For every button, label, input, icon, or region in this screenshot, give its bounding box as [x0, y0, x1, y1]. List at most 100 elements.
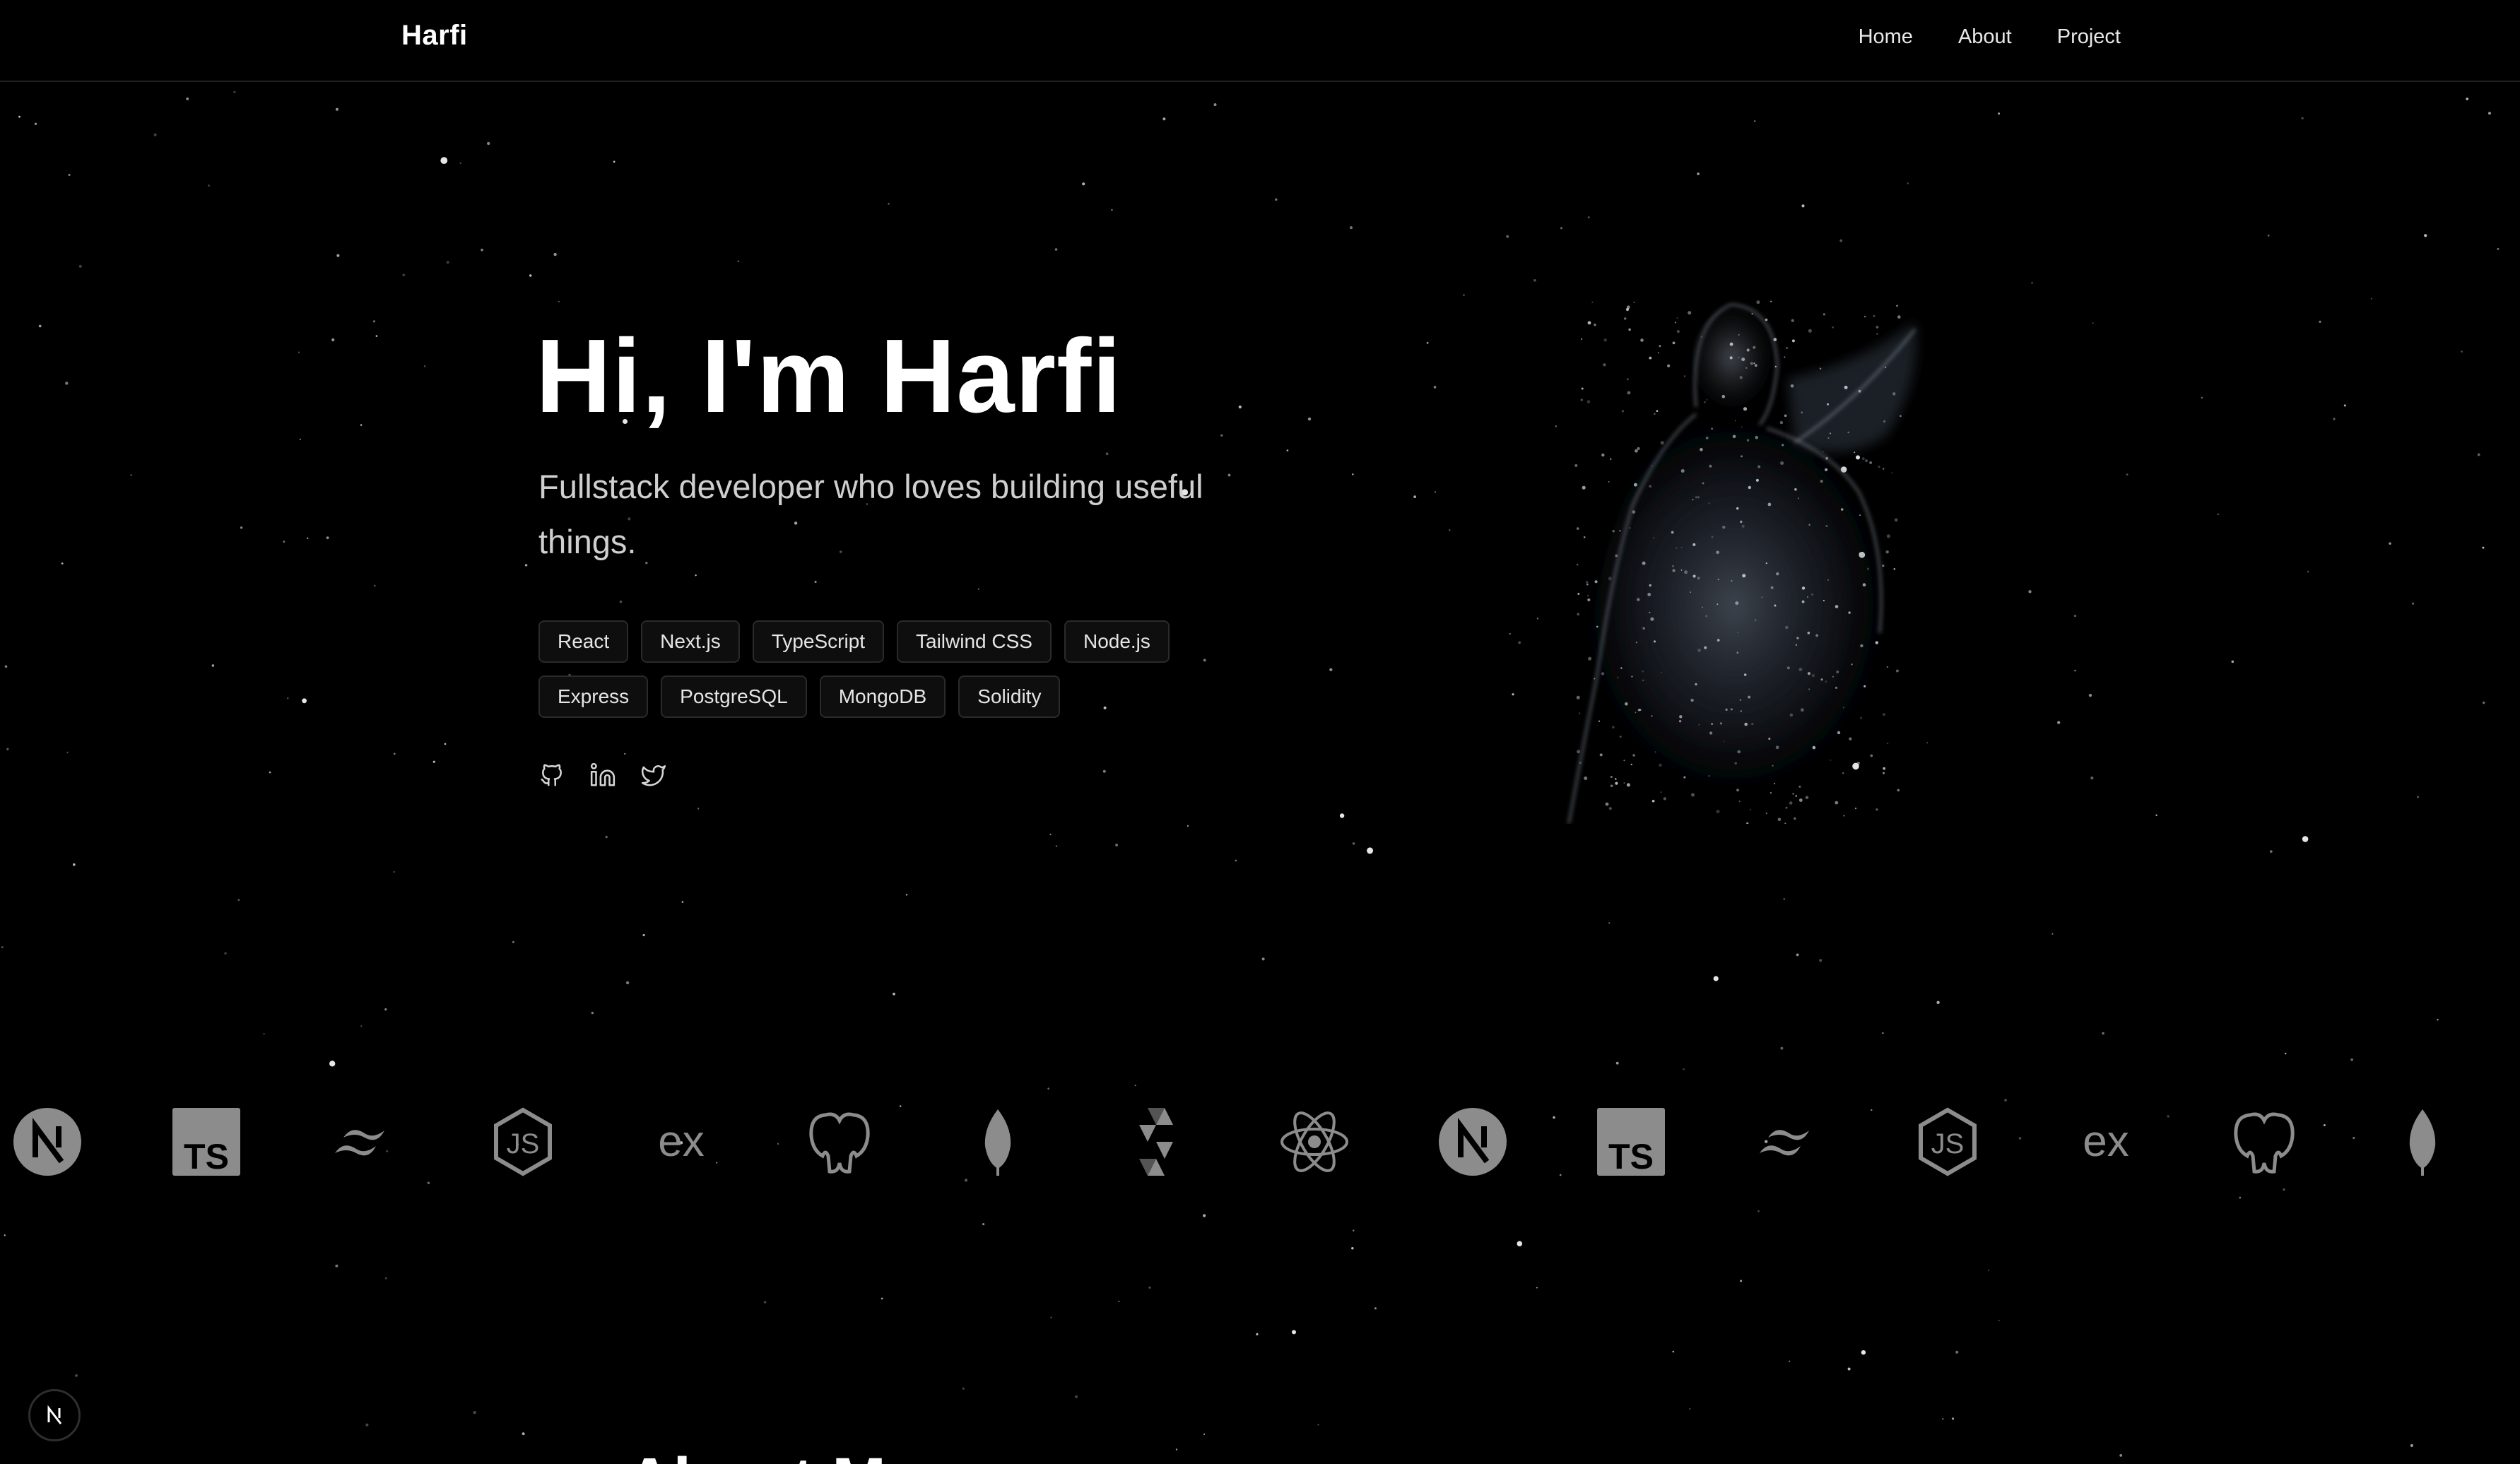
star — [1434, 491, 1437, 493]
figure-sparkle — [1680, 569, 1683, 571]
figure-sparkle — [1627, 391, 1631, 395]
figure-sparkle — [1627, 378, 1629, 381]
figure-sparkle — [1637, 709, 1641, 712]
nextjs-dev-badge[interactable] — [28, 1389, 81, 1441]
star — [68, 174, 71, 176]
figure-sparkle — [1748, 485, 1751, 490]
figure-sparkle — [1832, 675, 1834, 678]
main-nav: Home About Project — [1859, 25, 2121, 49]
figure-sparkle — [1692, 543, 1696, 546]
tag-solidity: Solidity — [958, 675, 1061, 718]
star — [1506, 235, 1509, 238]
github-link[interactable] — [538, 762, 565, 789]
figure-sparkle — [1736, 789, 1739, 792]
figure-sparkle — [1823, 599, 1825, 602]
figure-sparkle — [1825, 468, 1828, 471]
figure-sparkle — [1830, 432, 1831, 435]
star — [1882, 1032, 1884, 1034]
figure-sparkle — [1610, 776, 1613, 778]
twitter-icon — [641, 765, 666, 786]
star — [2283, 1188, 2285, 1191]
star — [237, 899, 240, 902]
figure-sparkle — [1812, 745, 1816, 750]
star — [473, 1411, 476, 1415]
star — [360, 1025, 363, 1027]
figure-sparkle — [1642, 561, 1646, 565]
nav-home-link[interactable]: Home — [1859, 25, 1913, 49]
figure-sparkle — [1716, 550, 1719, 555]
figure-sparkle — [1891, 472, 1893, 474]
star — [1352, 473, 1354, 476]
figure-sparkle — [1676, 330, 1680, 333]
figure-sparkle — [1798, 798, 1803, 802]
nav-project-link[interactable]: Project — [2057, 25, 2121, 49]
figure-sparkle — [1798, 786, 1801, 788]
figure-sparkle — [1642, 671, 1644, 673]
figure-sparkle — [1887, 743, 1889, 745]
figure-sparkle — [1684, 570, 1688, 574]
star — [2051, 933, 2054, 935]
figure-sparkle — [1632, 510, 1636, 514]
figure-sparkle — [1690, 698, 1694, 702]
figure-sparkle — [1659, 345, 1661, 348]
figure-sparkle — [1580, 399, 1583, 401]
figure-sparkle — [1796, 637, 1799, 639]
star — [393, 870, 395, 873]
star — [1317, 1424, 1319, 1426]
nav-about-link[interactable]: About — [1958, 25, 2012, 49]
star — [1780, 1046, 1784, 1050]
star — [374, 584, 376, 587]
star — [1349, 226, 1353, 230]
figure-sparkle — [1660, 791, 1662, 793]
figure-sparkle — [1731, 580, 1733, 582]
figure-sparkle — [1700, 336, 1702, 338]
figure-sparkle — [1705, 615, 1708, 618]
star — [1353, 842, 1355, 845]
star — [38, 324, 42, 328]
figure-sparkle — [1756, 300, 1760, 305]
star — [384, 1277, 387, 1280]
star — [1238, 405, 1242, 409]
figure-sparkle — [1608, 481, 1610, 483]
figure-sparkle — [1674, 321, 1676, 324]
figure-sparkle — [1706, 399, 1708, 401]
star — [444, 743, 447, 745]
star — [375, 335, 378, 337]
figure-sparkle — [1775, 745, 1779, 750]
figure-sparkle — [1770, 300, 1772, 302]
figure-sparkle — [1843, 815, 1845, 817]
star — [737, 260, 739, 262]
figure-sparkle — [1585, 581, 1589, 584]
figure-sparkle — [1830, 759, 1832, 761]
figure-sparkle — [1654, 751, 1656, 753]
figure-sparkle — [1672, 569, 1676, 572]
figure-sparkle — [1812, 674, 1815, 677]
figure-sparkle — [1854, 451, 1856, 454]
figure-sparkle — [1594, 580, 1598, 584]
figure-sparkle — [1581, 387, 1584, 390]
twitter-link[interactable] — [640, 762, 667, 789]
figure-sparkle — [1688, 311, 1692, 315]
nextjs-icon — [1437, 1106, 1508, 1177]
figure-sparkle — [1672, 341, 1676, 345]
figure-sparkle — [1784, 356, 1786, 358]
star — [75, 1374, 78, 1377]
linkedin-link[interactable] — [589, 762, 616, 789]
star — [1796, 953, 1799, 957]
figure-sparkle — [1705, 437, 1709, 439]
figure-sparkle — [1708, 502, 1710, 504]
star — [2487, 112, 2492, 115]
tag-nodejs: Node.js — [1064, 620, 1170, 663]
brand-logo[interactable]: Harfi — [401, 20, 468, 52]
star — [2417, 796, 2420, 798]
figure-sparkle — [1798, 668, 1803, 671]
figure-sparkle — [1591, 302, 1594, 303]
figure-sparkle — [1738, 801, 1741, 803]
figure-sparkle — [1629, 527, 1631, 529]
figure-sparkle — [1743, 673, 1747, 676]
typescript-icon: TS — [171, 1106, 242, 1177]
figure-sparkle — [1737, 750, 1741, 754]
figure-sparkle — [1741, 455, 1743, 458]
figure-sparkle — [1843, 707, 1844, 709]
star — [522, 1432, 525, 1436]
